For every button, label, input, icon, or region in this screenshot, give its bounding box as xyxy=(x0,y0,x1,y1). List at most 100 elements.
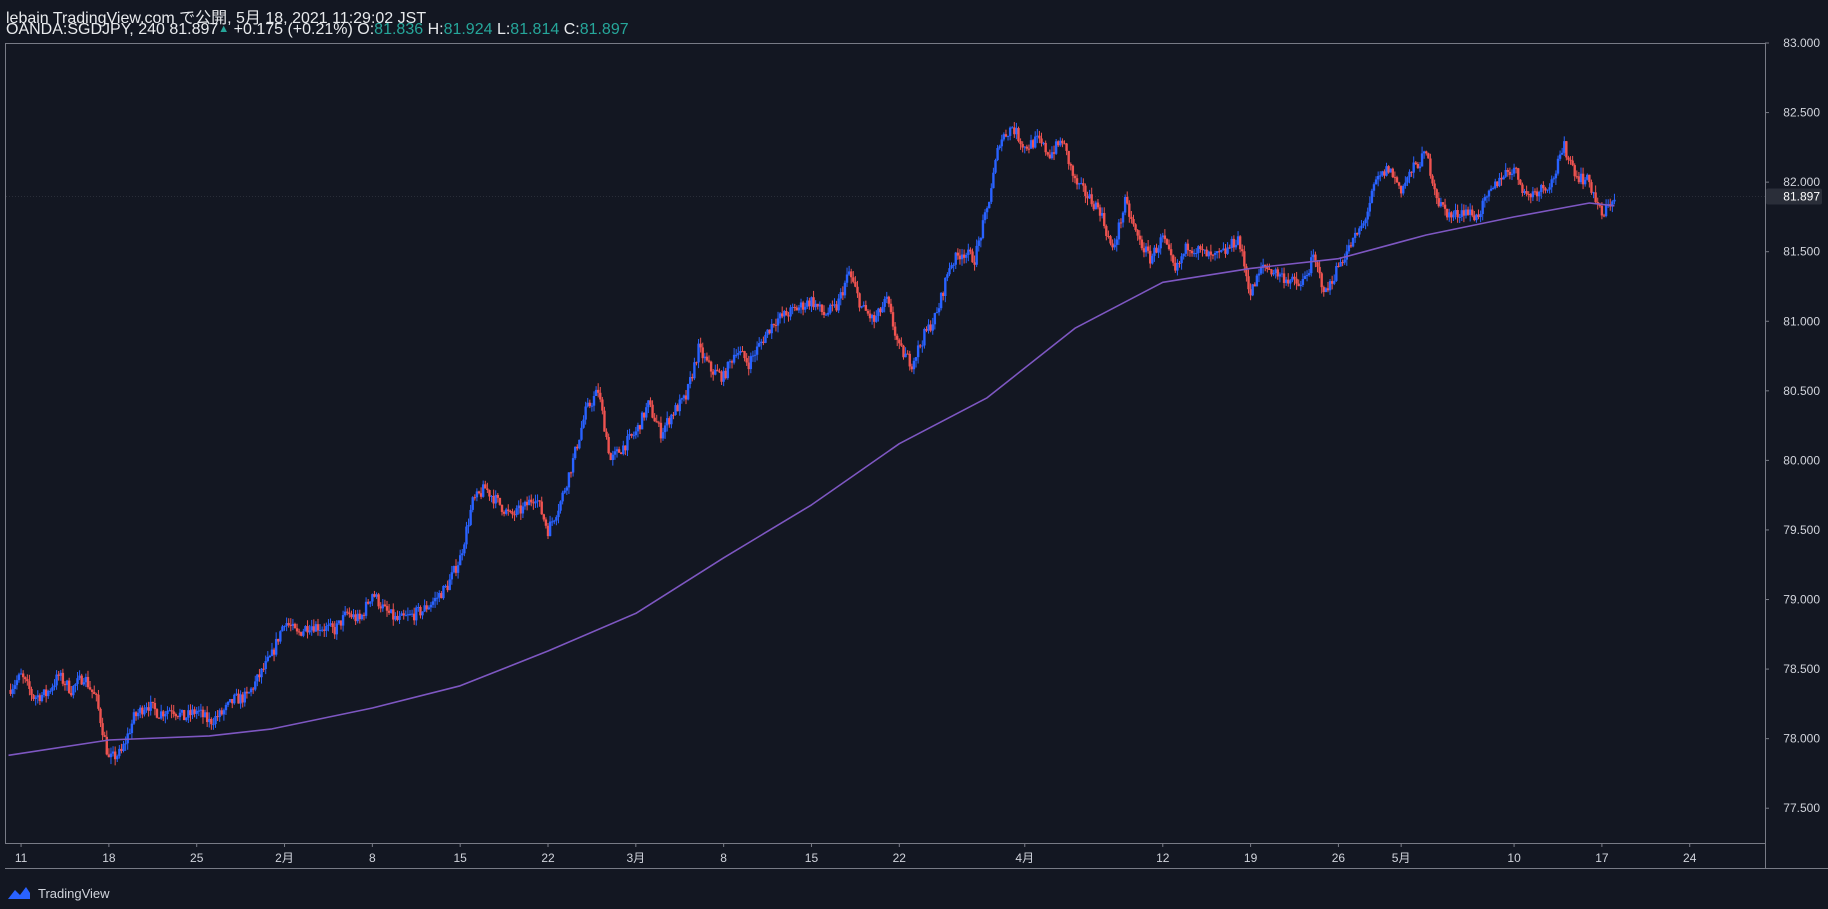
candle xyxy=(1337,262,1340,268)
candle xyxy=(139,705,142,719)
candle-body xyxy=(1278,274,1282,277)
candle-body xyxy=(1142,248,1146,253)
candle-body xyxy=(1445,208,1449,218)
candle xyxy=(86,670,90,689)
candle xyxy=(1397,181,1401,190)
candle-body xyxy=(504,509,508,514)
candle-body xyxy=(1364,219,1367,224)
candle xyxy=(473,494,477,501)
candle-body xyxy=(1086,196,1089,199)
candle-body xyxy=(1126,196,1129,204)
price-chart[interactable]: 83.00082.50082.00081.50081.00080.50080.0… xyxy=(0,0,1828,909)
tradingview-logo[interactable]: TradingView xyxy=(6,885,110,901)
candle xyxy=(906,350,909,355)
candle xyxy=(542,513,546,522)
candle xyxy=(425,601,428,613)
candle xyxy=(1211,253,1215,260)
candle xyxy=(912,357,916,375)
candle-body xyxy=(1370,190,1374,203)
candle xyxy=(1537,190,1541,202)
candle-body xyxy=(573,446,577,459)
candle-body xyxy=(1251,284,1254,296)
candle-body xyxy=(379,606,382,609)
candle xyxy=(724,367,727,380)
candle-body xyxy=(935,312,939,314)
candle-body xyxy=(680,398,684,400)
candle xyxy=(218,708,221,722)
candle xyxy=(475,488,479,502)
candle-body xyxy=(852,277,855,282)
candle xyxy=(302,628,305,638)
candle xyxy=(105,730,108,756)
candle xyxy=(931,317,934,335)
candle xyxy=(151,701,154,709)
candle xyxy=(1575,170,1579,179)
candle xyxy=(1251,283,1254,297)
candle-body xyxy=(1293,276,1296,279)
candle-body xyxy=(47,690,50,697)
time-tick-label: 22 xyxy=(541,851,555,865)
candle xyxy=(496,493,500,503)
candle xyxy=(517,500,520,515)
candle xyxy=(70,685,73,697)
candle-body xyxy=(722,370,725,382)
candle-body xyxy=(1600,205,1604,216)
candle-body xyxy=(1448,212,1451,218)
candle xyxy=(1366,207,1369,227)
candle xyxy=(985,206,989,220)
candle xyxy=(325,622,328,637)
candle-body xyxy=(822,311,826,316)
candle xyxy=(360,613,364,621)
candle-body xyxy=(507,509,510,512)
candle-body xyxy=(53,685,56,688)
candle-body xyxy=(256,674,259,682)
candle xyxy=(797,304,801,314)
candle xyxy=(530,494,533,507)
candle-body xyxy=(28,681,31,689)
candle-body xyxy=(143,709,146,715)
candle-body xyxy=(954,252,957,265)
candle xyxy=(354,610,357,625)
candle xyxy=(316,618,320,636)
candle-body xyxy=(1130,216,1133,220)
candle xyxy=(1328,279,1332,295)
candle xyxy=(954,251,957,270)
candle xyxy=(651,400,654,419)
candle-body xyxy=(1163,235,1167,240)
candle-body xyxy=(561,492,564,502)
candle xyxy=(609,452,612,461)
candle-body xyxy=(527,499,531,506)
candle-body xyxy=(327,624,330,627)
candle xyxy=(1278,272,1282,283)
candle-body xyxy=(1500,177,1503,180)
candle-body xyxy=(933,312,937,325)
candle-body xyxy=(247,692,251,694)
candle-body xyxy=(624,445,627,451)
candle-body xyxy=(1602,215,1606,217)
candle-body xyxy=(55,674,58,686)
candle-body xyxy=(1458,216,1461,218)
candle-body xyxy=(1360,225,1363,229)
candle xyxy=(1046,151,1049,157)
candle xyxy=(1153,245,1156,262)
candle-body xyxy=(548,521,552,537)
candle-body xyxy=(1075,178,1079,185)
candle-body xyxy=(283,626,286,628)
candle-body xyxy=(889,303,893,313)
candle xyxy=(1220,249,1223,253)
candle xyxy=(711,369,715,381)
candle xyxy=(1312,249,1315,261)
candle xyxy=(1586,173,1589,181)
candle-body xyxy=(295,628,299,632)
candle-body xyxy=(877,308,880,317)
candle xyxy=(513,510,516,522)
candle xyxy=(1155,243,1158,254)
candle-body xyxy=(197,710,200,712)
candle-body xyxy=(498,497,502,505)
candle xyxy=(1519,178,1522,186)
candle xyxy=(596,383,600,398)
candle-body xyxy=(348,612,351,615)
candle xyxy=(1514,166,1518,174)
candle-body xyxy=(699,343,702,348)
candle-body xyxy=(30,688,33,696)
